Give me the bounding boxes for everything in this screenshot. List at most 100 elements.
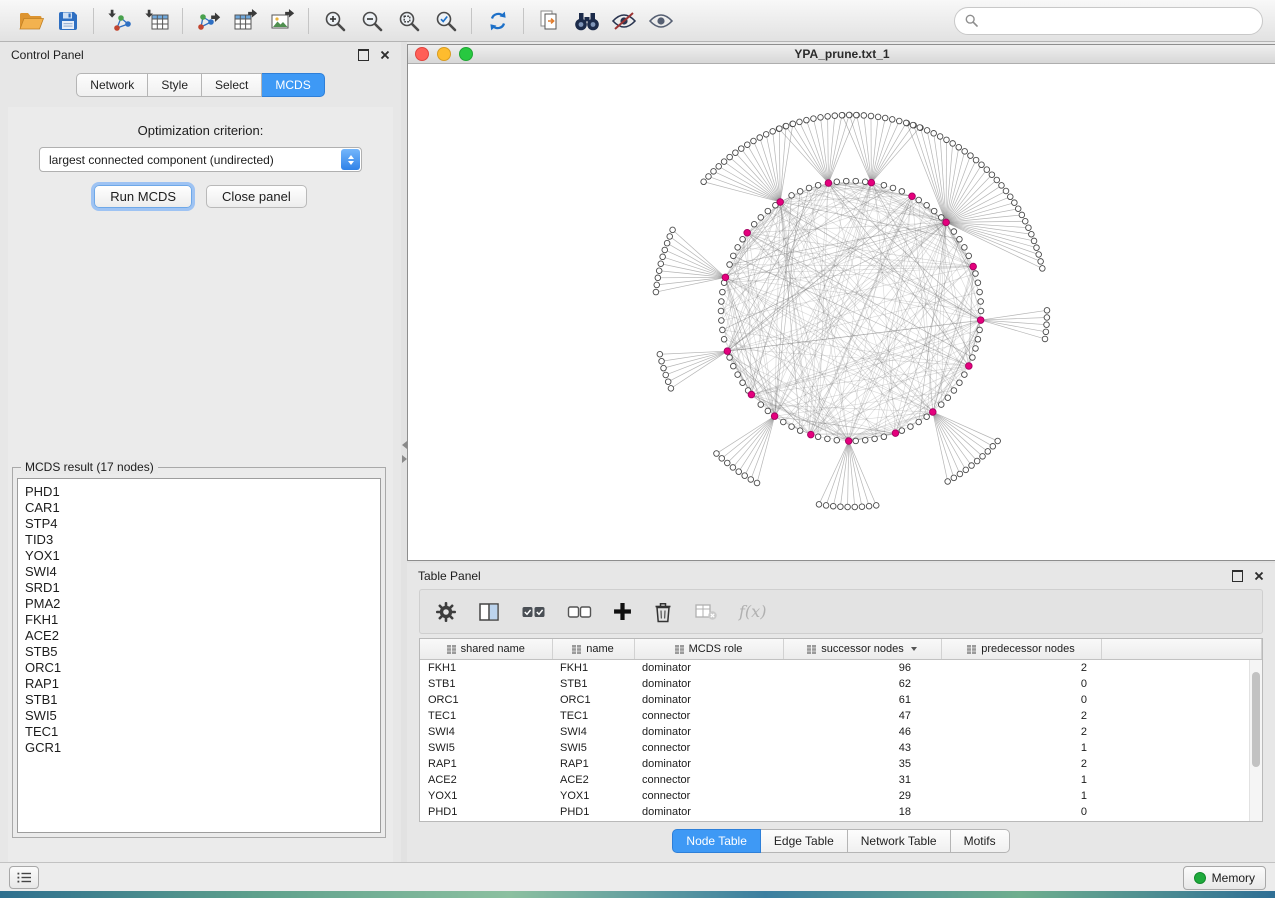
network-node[interactable] [719,318,725,324]
result-item[interactable]: CAR1 [25,500,373,516]
network-node[interactable] [751,138,757,144]
network-node[interactable] [951,229,957,235]
cell-shared-name[interactable]: PHD1 [420,804,552,820]
network-node[interactable] [1043,329,1049,335]
network-node[interactable] [730,465,736,471]
network-node[interactable] [963,467,969,473]
cell-mcds-role[interactable]: connector [634,772,783,788]
network-node[interactable] [783,123,789,129]
network-node[interactable] [816,502,822,508]
cell-name[interactable]: SWI5 [552,740,634,756]
network-node[interactable] [815,434,821,440]
network-node[interactable] [823,503,829,509]
network-node[interactable] [951,388,957,394]
network-node[interactable] [889,117,895,123]
network-node[interactable] [721,159,727,165]
network-node[interactable] [757,135,763,141]
network-node[interactable] [938,215,944,221]
network-node[interactable] [751,221,757,227]
network-node[interactable] [945,395,951,401]
cell-name[interactable]: ORC1 [552,692,634,708]
cell-mcds-role[interactable]: connector [634,740,783,756]
network-node[interactable] [1019,212,1025,218]
cell-shared-name[interactable]: YOX1 [420,788,552,804]
mcds-hub-node[interactable] [777,199,784,206]
cell-shared-name[interactable]: SWI5 [420,740,552,756]
network-node[interactable] [962,149,968,155]
network-node[interactable] [938,402,944,408]
network-node[interactable] [973,157,979,163]
minimize-window-button[interactable] [437,47,451,61]
tab-motifs[interactable]: Motifs [951,829,1010,853]
network-node[interactable] [744,142,750,148]
network-node[interactable] [882,115,888,121]
cell-shared-name[interactable]: ORC1 [420,692,552,708]
network-node[interactable] [740,236,746,242]
search-box[interactable] [954,7,1263,35]
network-node[interactable] [945,479,951,485]
mcds-hub-node[interactable] [909,193,916,200]
network-node[interactable] [765,208,771,214]
network-node[interactable] [736,469,742,475]
network-graph[interactable] [408,64,1274,560]
result-item[interactable]: TID3 [25,532,373,548]
network-node[interactable] [1034,245,1040,251]
hide-panels-button[interactable] [9,866,39,889]
cell-shared-name[interactable]: ACE2 [420,772,552,788]
network-node[interactable] [830,503,836,509]
network-node[interactable] [974,458,980,464]
network-node[interactable] [730,253,736,259]
network-node[interactable] [875,114,881,120]
network-node[interactable] [654,282,660,288]
network-node[interactable] [659,358,665,364]
tab-style[interactable]: Style [148,73,202,97]
table-row[interactable]: PHD1PHD1dominator180 [420,804,1262,820]
network-node[interactable] [665,379,671,385]
network-node[interactable] [720,289,726,295]
close-table-panel-icon[interactable] [1254,571,1264,581]
close-panel-icon[interactable] [380,50,390,60]
result-item[interactable]: STP4 [25,516,373,532]
network-node[interactable] [861,113,867,119]
cell-successor-nodes[interactable]: 62 [783,676,941,692]
cell-mcds-role[interactable]: connector [634,788,783,804]
network-node[interactable] [701,179,707,185]
tab-mcds[interactable]: MCDS [262,73,324,97]
table-row[interactable]: STB1STB1dominator620 [420,676,1262,692]
import-table-button[interactable] [138,5,175,37]
export-table-button[interactable] [227,5,264,37]
cell-successor-nodes[interactable]: 47 [783,708,941,724]
mcds-hub-node[interactable] [748,391,755,398]
table-row[interactable]: RAP1RAP1dominator352 [420,756,1262,772]
network-node[interactable] [721,336,727,342]
result-item[interactable]: FKH1 [25,612,373,628]
network-node[interactable] [957,471,963,477]
network-node[interactable] [727,262,733,268]
delete-table-button[interactable] [694,602,718,622]
mcds-hub-node[interactable] [868,179,875,186]
mcds-hub-node[interactable] [722,274,729,281]
result-item[interactable]: ORC1 [25,660,373,676]
network-node[interactable] [789,193,795,199]
cell-predecessor-nodes[interactable]: 0 [941,804,1101,820]
network-node[interactable] [973,346,979,352]
cell-filler[interactable] [1101,708,1262,724]
network-node[interactable] [660,254,666,260]
network-node[interactable] [896,118,902,124]
network-node[interactable] [843,178,849,184]
cell-filler[interactable] [1101,692,1262,708]
select-all-rows-button[interactable] [521,602,546,622]
table-row[interactable]: YOX1YOX1connector291 [420,788,1262,804]
network-node[interactable] [834,437,840,443]
network-node[interactable] [655,275,661,281]
cell-filler[interactable] [1101,772,1262,788]
network-node[interactable] [735,245,741,251]
mcds-result-list[interactable]: PHD1CAR1STP4TID3YOX1SWI4SRD1PMA2FKH1ACE2… [17,478,381,833]
cell-mcds-role[interactable]: dominator [634,804,783,820]
network-node[interactable] [845,504,851,510]
cell-predecessor-nodes[interactable]: 1 [941,740,1101,756]
network-node[interactable] [916,197,922,203]
mcds-hub-node[interactable] [771,413,778,420]
cell-name[interactable]: TEC1 [552,708,634,724]
network-node[interactable] [973,271,979,277]
